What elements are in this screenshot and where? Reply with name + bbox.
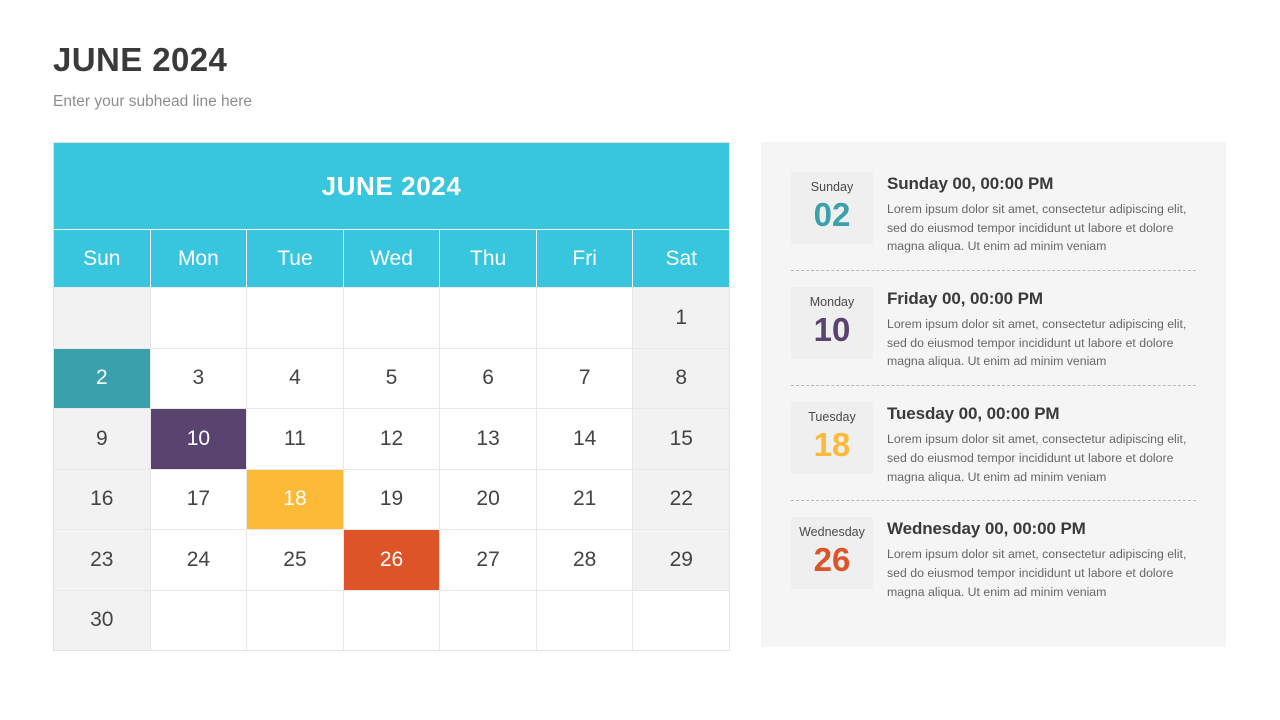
weekday-header-tue: Tue [246, 230, 343, 287]
calendar-day-19[interactable]: 19 [342, 469, 440, 529]
calendar-day-empty [535, 590, 633, 650]
calendar-title-bar: JUNE 2024 [54, 143, 729, 229]
page-subhead: Enter your subhead line here [53, 93, 253, 111]
calendar-day-21[interactable]: 21 [535, 469, 633, 529]
calendar-day-23[interactable]: 23 [54, 530, 150, 590]
event-body: Tuesday 00, 00:00 PM Lorem ipsum dolor si… [873, 402, 1196, 486]
calendar-day-15[interactable]: 15 [632, 409, 730, 469]
calendar-day-27[interactable]: 27 [439, 530, 536, 590]
calendar-day-10[interactable]: 10 [149, 409, 247, 469]
event-date-badge: Sunday 02 [791, 172, 873, 244]
calendar-day-24[interactable]: 24 [149, 530, 247, 590]
event-date-badge: Tuesday 18 [791, 402, 873, 475]
event-badge-weekday: Sunday [810, 180, 854, 194]
calendar-day-25[interactable]: 25 [246, 530, 343, 590]
calendar-day-empty [342, 288, 440, 348]
weekday-header-sun: Sun [83, 246, 121, 270]
calendar-day-14[interactable]: 14 [535, 409, 633, 469]
calendar-day-7[interactable]: 7 [535, 348, 633, 408]
calendar-day-16[interactable]: 16 [54, 469, 150, 529]
event-body: Wednesday 00, 00:00 PM Lorem ipsum dolor … [873, 517, 1196, 601]
page-header: JUNE 2024 Enter your subhead line here [53, 41, 753, 111]
calendar-day-22[interactable]: 22 [632, 469, 730, 529]
event-date-badge: Wednesday 26 [791, 517, 873, 590]
calendar-day-4[interactable]: 4 [246, 348, 343, 408]
event-description: Lorem ipsum dolor sit amet, consectetur … [887, 432, 1187, 484]
page-title: JUNE 2024 [53, 41, 228, 78]
calendar-day-empty [439, 288, 536, 348]
calendar-day-6[interactable]: 6 [439, 348, 536, 408]
event-item[interactable]: Tuesday 18 Tuesday 00, 00:00 PM Lorem ipsum… [791, 402, 1196, 502]
calendar-day-11[interactable]: 11 [246, 409, 343, 469]
calendar-week-row: 16 17 18 19 20 21 22 [54, 468, 730, 529]
calendar-day-12[interactable]: 12 [342, 409, 440, 469]
events-panel: Sunday 02 Sunday 00, 00:00 PM Lorem ipsum d… [761, 142, 1226, 647]
calendar-week-row: 9 10 11 12 13 14 15 [54, 408, 730, 469]
event-badge-weekday: Wednesday [799, 525, 865, 540]
event-badge-day: 10 [813, 311, 851, 349]
event-title: Tuesday 00, 00:00 PM [887, 404, 1060, 424]
calendar-day-empty [149, 590, 247, 650]
calendar-widget: JUNE 2024 Sun Mon Tue Wed Thu Fri Sat 12345678… [53, 142, 730, 651]
calendar-day-empty [149, 288, 247, 348]
calendar-week-row: 2345678 [54, 347, 730, 408]
calendar-day-empty [632, 590, 730, 650]
calendar-day-28[interactable]: 28 [535, 530, 633, 590]
calendar-day-26[interactable]: 26 [342, 530, 440, 590]
weekday-header-mon: Mon [149, 230, 247, 287]
calendar-grid: 1 2 3 4 5 6 7 8 9 10 11 12 13 14 15 16 17 18 19 20 21 22 23 24 2… [54, 287, 730, 650]
event-description: Lorem ipsum dolor sit amet, consectetur … [887, 202, 1187, 254]
calendar-day-9[interactable]: 9 [54, 409, 150, 469]
calendar-week-row: 1 [54, 287, 730, 348]
calendar-day-30[interactable]: 30 [54, 590, 150, 650]
weekday-header-fri: Fri [535, 230, 633, 287]
calendar-day-29[interactable]: 29 [632, 530, 730, 590]
calendar-week-row: 23 24 25 26 27 28 29 [54, 529, 730, 590]
calendar-day-18[interactable]: 18 [246, 469, 343, 529]
calendar-day-empty [246, 288, 343, 348]
event-badge-day: 26 [813, 541, 851, 579]
event-badge-weekday: Monday [809, 295, 855, 310]
calendar-day-empty [342, 590, 440, 650]
calendar-day-2[interactable]: 2 [54, 348, 150, 408]
weekday-header-sat: Sat [632, 230, 729, 287]
event-date-badge: Monday 10 [791, 287, 873, 359]
calendar-month-title: JUNE 2024 [321, 170, 462, 201]
event-item[interactable]: Sunday 02 Sunday 00, 00:00 PM Lorem ipsum d… [791, 172, 1196, 272]
event-title: Wednesday 00, 00:00 PM [887, 519, 1086, 539]
calendar-weekday-row: Sun Mon Tue Wed Thu Fri Sat [54, 229, 729, 287]
event-badge-weekday: Tuesday [808, 410, 856, 425]
event-body: Friday 00, 00:00 PM Lorem ipsum dolor sit… [873, 287, 1196, 371]
calendar-day-13[interactable]: 13 [439, 409, 536, 469]
event-title: Sunday 00, 00:00 PM [887, 174, 1054, 193]
calendar-day-20[interactable]: 20 [439, 469, 536, 529]
weekday-header-thu: Thu [439, 230, 536, 287]
event-item[interactable]: Wednesday 26 Wednesday 00, 00:00 PM Lorem i… [791, 517, 1196, 615]
event-badge-day: 02 [813, 196, 851, 233]
event-description: Lorem ipsum dolor sit amet, consectetur … [887, 547, 1187, 599]
calendar-day-3[interactable]: 3 [149, 348, 247, 408]
calendar-day-empty [439, 590, 536, 650]
event-item[interactable]: Monday 10 Friday 00, 00:00 PM Lorem ipsum d… [791, 287, 1196, 387]
calendar-day-8[interactable]: 8 [632, 348, 730, 408]
calendar-week-row: 30 [54, 589, 730, 650]
event-title: Friday 00, 00:00 PM [887, 289, 1043, 309]
calendar-day-empty [535, 288, 633, 348]
event-body: Sunday 00, 00:00 PM Lorem ipsum dolor sit… [873, 172, 1196, 256]
weekday-header-wed: Wed [342, 230, 440, 287]
calendar-day-empty [54, 288, 150, 348]
calendar-day-17[interactable]: 17 [149, 469, 247, 529]
calendar-day-5[interactable]: 5 [342, 348, 440, 408]
event-description: Lorem ipsum dolor sit amet, consectetur … [887, 317, 1187, 369]
calendar-day-empty [246, 590, 343, 650]
calendar-day-1[interactable]: 1 [632, 288, 730, 348]
event-badge-day: 18 [813, 426, 851, 464]
